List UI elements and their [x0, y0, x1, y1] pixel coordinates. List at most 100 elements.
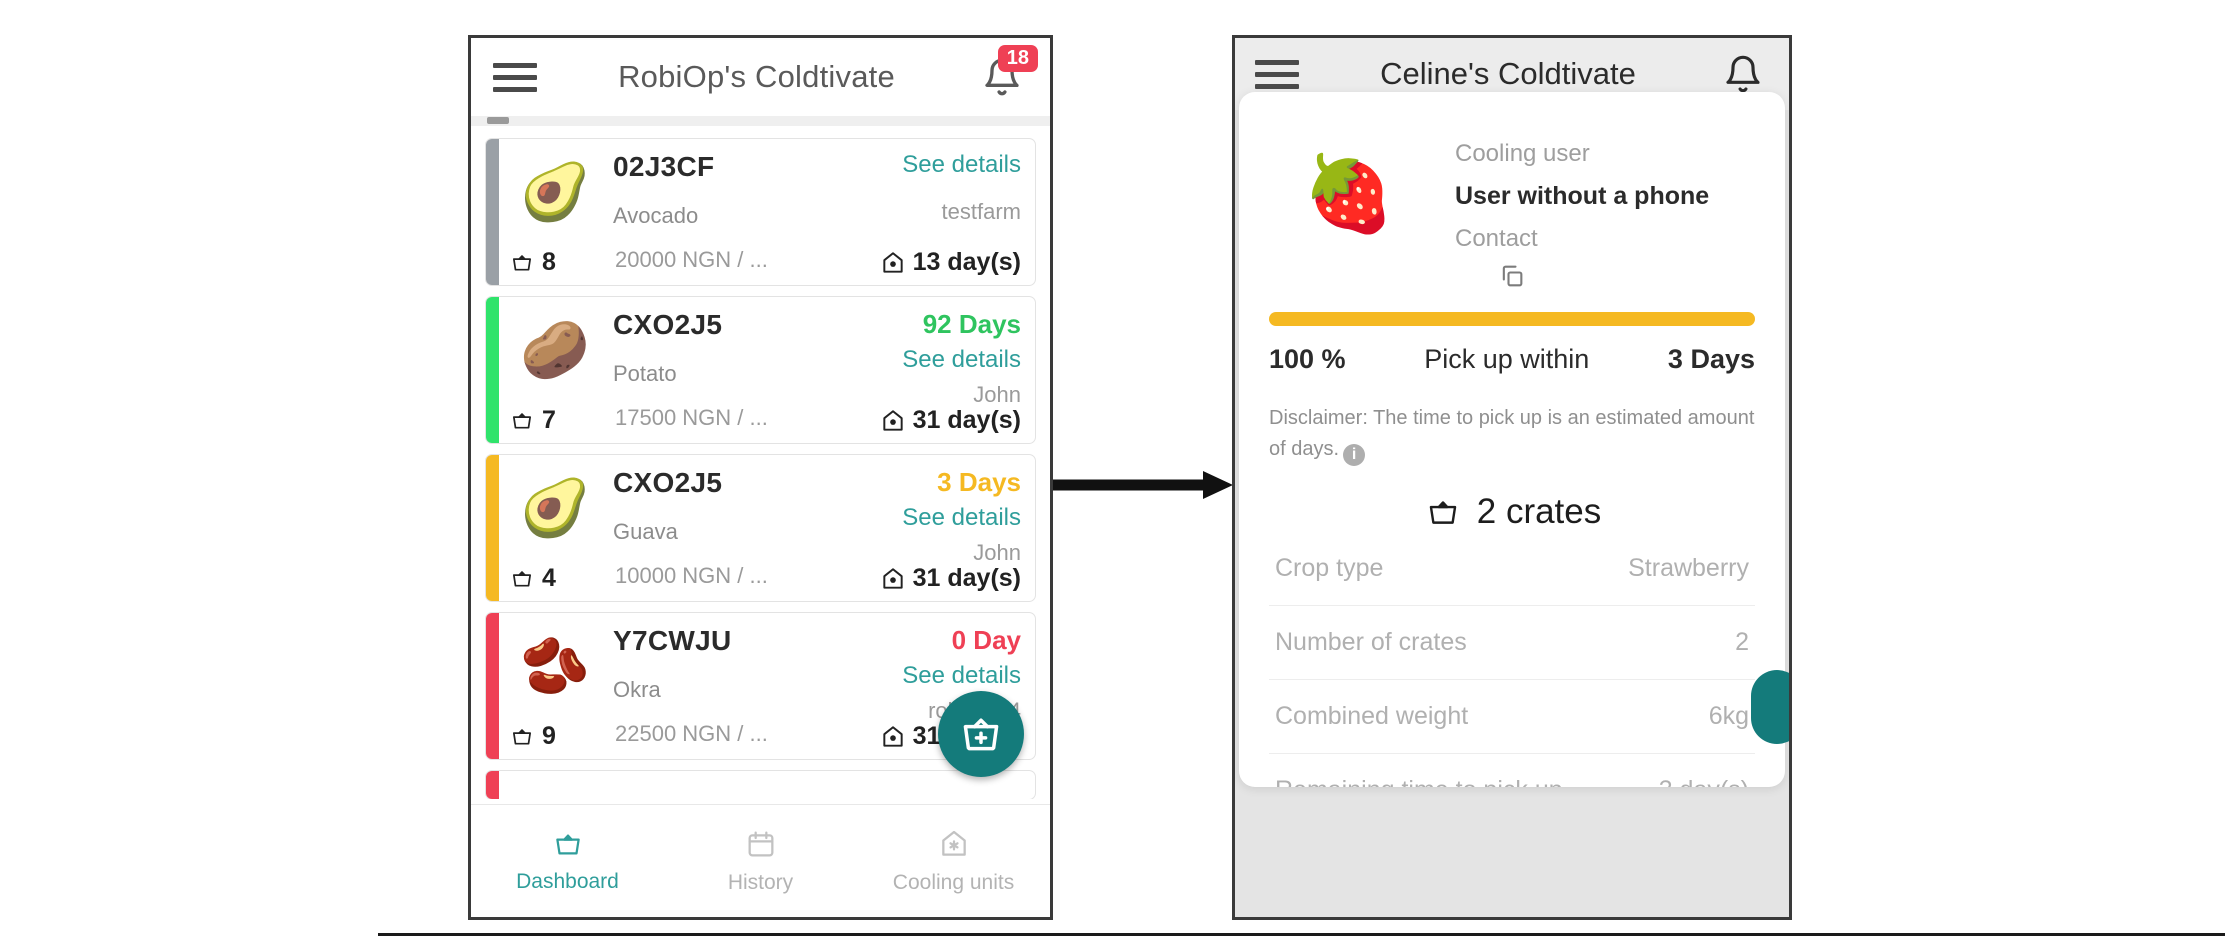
detail-label: Combined weight	[1275, 702, 1469, 731]
right-phone-frame: Celine's Coldtivate DashboardHistoryCool…	[1232, 35, 1792, 920]
right-app-title: Celine's Coldtivate	[1380, 56, 1636, 91]
nav-item-label: History	[727, 870, 794, 894]
card-status-stripe	[486, 139, 499, 285]
detail-row: Number of crates 2	[1269, 606, 1755, 681]
nav-item-history[interactable]: History	[664, 828, 857, 895]
owner-name: John	[973, 382, 1021, 407]
days-remaining-badge: 0 Day	[951, 625, 1021, 655]
right-phone-body: DashboardHistoryCooling units 🍓 Cooling …	[1235, 92, 1789, 917]
owner-name: John	[973, 540, 1021, 565]
detail-label: Crop type	[1275, 554, 1384, 583]
detail-label: Remaining time to pick up	[1275, 776, 1563, 787]
days-remaining-badge: 3 Days	[937, 467, 1021, 497]
crop-thumbnail: 🥑	[520, 476, 590, 539]
crate-code: CXO2J5	[613, 309, 723, 340]
detail-value: 3 day(s)	[1659, 776, 1749, 787]
remaining-days-value: 13 day(s)	[912, 248, 1021, 276]
contact-label: Contact	[1455, 225, 1538, 252]
crate-icon	[1429, 501, 1456, 525]
crate-code: 02J3CF	[613, 151, 715, 182]
crate-count: 9	[509, 722, 556, 751]
progress-middle-label: Pick up within	[1424, 344, 1590, 374]
nav-item-dashboard[interactable]: Dashboard	[471, 829, 664, 894]
notification-bell-button[interactable]: 18	[976, 45, 1038, 103]
crate-code: Y7CWJU	[613, 625, 732, 656]
crate-icon	[512, 255, 532, 271]
see-details-link[interactable]: See details	[831, 151, 1021, 179]
crate-icon	[512, 571, 532, 587]
hamburger-icon[interactable]	[493, 62, 537, 92]
pickup-disclaimer: Disclaimer: The time to pick up is an es…	[1269, 403, 1755, 467]
crop-thumbnail: 🫘	[520, 634, 590, 697]
crate-detail-table: Crop type Strawberry Number of crates 2 Comb…	[1269, 532, 1755, 787]
crate-count-value: 8	[542, 248, 556, 276]
cooling-unit-icon	[938, 828, 970, 865]
remaining-days: 31 day(s)	[880, 564, 1021, 593]
detail-row: Combined weight 6kg	[1269, 680, 1755, 755]
cooling-unit-icon	[882, 567, 903, 589]
crate-count-summary: 2 crates	[1269, 492, 1755, 532]
crate-price: 17500 NGN / ...	[615, 405, 768, 430]
crate-price: 22500 NGN / ...	[615, 721, 768, 746]
detail-row: Crop type Strawberry	[1269, 532, 1755, 607]
side-action-fab[interactable]	[1751, 670, 1789, 744]
cooling-user-header: 🍓 Cooling user User without a phone Cont…	[1269, 92, 1755, 254]
add-crate-icon	[963, 718, 999, 751]
see-details-link[interactable]: See details	[831, 346, 1021, 374]
nav-item-cooling-units[interactable]: Cooling units	[857, 828, 1050, 895]
left-phone-frame: RobiOp's Coldtivate 18 🥑 02J3CF Avocado See…	[468, 35, 1053, 920]
progress-days: 3 Days	[1667, 344, 1755, 374]
cooling-user-name: User without a phone	[1455, 182, 1710, 210]
crate-count-value: 7	[542, 406, 556, 434]
bottom-navigation[interactable]: Dashboard History Cooling units	[471, 804, 1050, 917]
crate-card[interactable]	[485, 770, 1036, 799]
nav-item-label: Dashboard	[516, 869, 619, 893]
crate-card[interactable]: 🥑 CXO2J5 Guava 3 Days See details John 4 10000 …	[485, 454, 1036, 602]
add-crate-fab[interactable]	[938, 691, 1024, 777]
crop-type: Avocado	[613, 203, 699, 228]
list-scroll-indicator[interactable]	[471, 116, 1050, 126]
flow-arrow	[1053, 471, 1233, 499]
crate-count: 8	[509, 248, 556, 277]
crate-count: 4	[509, 564, 556, 593]
left-appbar: RobiOp's Coldtivate 18	[471, 38, 1050, 116]
card-status-stripe	[486, 455, 499, 601]
crate-count-value: 9	[542, 722, 556, 750]
hamburger-icon[interactable]	[1255, 59, 1299, 89]
cooling-user-label: Cooling user	[1455, 140, 1590, 167]
cooling-unit-icon	[882, 725, 903, 747]
crate-icon	[512, 729, 532, 745]
crate-price: 20000 NGN / ...	[615, 247, 768, 272]
detail-label: Number of crates	[1275, 628, 1467, 657]
detail-value: 2	[1735, 628, 1749, 657]
disclaimer-text: Disclaimer: The time to pick up is an es…	[1269, 407, 1755, 460]
page-baseline-rule	[378, 933, 2225, 936]
detail-value: 6kg	[1708, 702, 1749, 731]
crate-count-text: 2 crates	[1476, 492, 1602, 532]
card-status-stripe	[486, 297, 499, 443]
see-details-link[interactable]: See details	[831, 662, 1021, 690]
crate-card[interactable]: 🥑 02J3CF Avocado See details testfarm 8 20000 …	[485, 138, 1036, 286]
pickup-progress-legend: 100 % Pick up within 3 Days	[1269, 344, 1755, 375]
remaining-days: 13 day(s)	[880, 248, 1021, 277]
crate-count-value: 4	[542, 564, 556, 592]
detail-row: Remaining time to pick up 3 day(s)	[1269, 754, 1755, 787]
notification-badge: 18	[997, 45, 1038, 72]
days-remaining-badge: 92 Days	[922, 309, 1021, 339]
info-icon[interactable]: i	[1343, 444, 1366, 467]
detail-value: Strawberry	[1628, 554, 1749, 583]
left-app-title: RobiOp's Coldtivate	[618, 59, 895, 94]
crop-type: Okra	[613, 677, 661, 702]
progress-percent: 100 %	[1269, 344, 1346, 374]
crate-code: CXO2J5	[613, 467, 723, 498]
bell-icon	[1726, 55, 1760, 93]
crate-card[interactable]: 🥔 CXO2J5 Potato 92 Days See details John 7 1750…	[485, 296, 1036, 444]
crop-thumbnail: 🥔	[520, 318, 590, 381]
remaining-days: 31 day(s)	[880, 406, 1021, 435]
copy-icon[interactable]	[1498, 262, 1526, 290]
nav-item-label: Cooling units	[892, 870, 1015, 894]
cooling-unit-icon	[882, 409, 903, 431]
see-details-link[interactable]: See details	[831, 504, 1021, 532]
remaining-days-value: 31 day(s)	[912, 564, 1021, 592]
crop-image: 🍓	[1302, 152, 1396, 235]
